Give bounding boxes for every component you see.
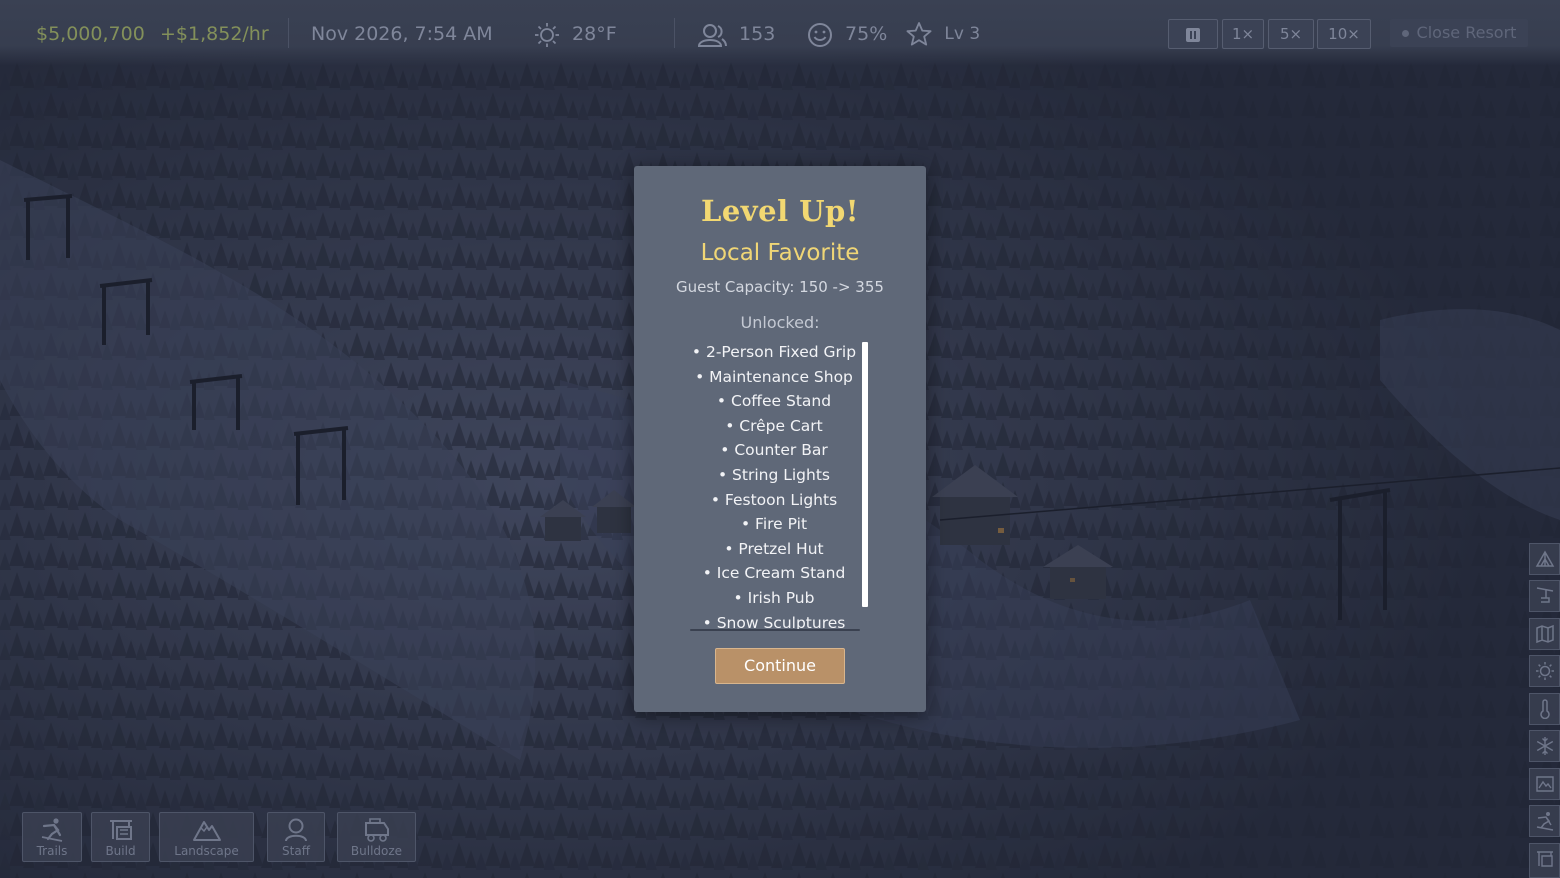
unlocked-item: • String Lights	[717, 465, 830, 484]
unlocked-item: • Crêpe Cart	[725, 416, 823, 435]
trails-label: Trails	[36, 844, 68, 858]
speed-5x-button[interactable]: 5×	[1268, 19, 1314, 49]
guests-display[interactable]: 153	[697, 20, 775, 48]
build-icon	[1537, 851, 1553, 867]
top-hud: $5,000,700 +$1,852/hr Nov 2026, 7:54 AM …	[0, 0, 1560, 66]
mountain-icon	[192, 821, 221, 841]
speed-1x-button[interactable]: 1×	[1222, 19, 1264, 49]
close-resort-label: Close Resort	[1416, 23, 1517, 42]
side-snow-button[interactable]	[1529, 730, 1560, 762]
unlocked-item: • 2-Person Fixed Grip	[691, 343, 857, 361]
star-icon	[906, 22, 932, 46]
list-scrollbar[interactable]	[862, 342, 868, 607]
bulldoze-button[interactable]: Bulldoze	[337, 812, 416, 862]
pause-button[interactable]	[1168, 19, 1218, 49]
guest-capacity-text: Guest Capacity: 150 -> 355	[676, 278, 884, 296]
side-tent-button[interactable]	[1529, 543, 1560, 575]
staff-icon	[285, 818, 307, 842]
sun-icon	[1536, 662, 1554, 680]
list-bottom-divider	[690, 629, 860, 631]
money-display: $5,000,700	[36, 20, 145, 48]
landscape-button[interactable]: Landscape	[159, 812, 254, 862]
currency-symbol: $	[36, 23, 49, 45]
level-display[interactable]: Lv 3	[905, 20, 980, 48]
unlocked-item: • Pretzel Hut	[724, 539, 824, 558]
unlocked-item: • Fire Pit	[740, 515, 808, 534]
guests-icon	[697, 23, 727, 47]
thermometer-icon	[1540, 699, 1550, 719]
unlocked-item: • Irish Pub	[733, 588, 815, 607]
unlocked-list[interactable]: • 2-Person Fixed Grip • Maintenance Shop…	[686, 340, 862, 632]
side-trails-button[interactable]	[1529, 805, 1560, 837]
skier-icon	[41, 818, 63, 842]
income-display: +$1,852/hr	[160, 23, 269, 45]
level-up-dialog: Level Up! Local Favorite Guest Capacity:…	[634, 166, 926, 712]
happiness-display[interactable]: 75%	[807, 20, 887, 48]
build-label: Build	[105, 844, 136, 858]
unlocked-item: • Festoon Lights	[710, 490, 838, 509]
bulldoze-label: Bulldoze	[350, 844, 403, 858]
pause-icon	[1186, 27, 1200, 42]
hud-divider	[674, 18, 675, 48]
guest-count: 153	[739, 23, 776, 45]
side-build-button[interactable]	[1529, 843, 1560, 878]
status-dot-icon	[1401, 30, 1409, 37]
continue-button[interactable]: Continue	[715, 648, 845, 684]
happiness-value: 75%	[845, 23, 888, 45]
mountain-map-icon	[1536, 776, 1554, 792]
landscape-label: Landscape	[174, 844, 239, 858]
chairlift-icon	[1536, 587, 1554, 603]
dialog-subtitle: Local Favorite	[700, 240, 860, 266]
build-icon	[109, 820, 132, 840]
money-value: 5,000,700	[48, 23, 145, 45]
unlocked-item: • Maintenance Shop	[695, 367, 853, 386]
weather-display[interactable]: 28°F	[534, 20, 617, 48]
build-button[interactable]: Build	[91, 812, 150, 862]
side-temperature-button[interactable]	[1529, 693, 1560, 725]
bulldozer-icon	[364, 818, 389, 842]
map-icon	[1536, 624, 1554, 644]
trails-icon	[1536, 812, 1554, 831]
side-weather-button[interactable]	[1529, 655, 1560, 687]
smiley-icon	[808, 22, 832, 47]
temperature-value: 28°F	[572, 23, 617, 45]
close-resort-button[interactable]: Close Resort	[1390, 19, 1528, 47]
unlocked-item: • Ice Cream Stand	[702, 564, 846, 583]
staff-button[interactable]: Staff	[267, 812, 325, 862]
tent-icon	[1535, 550, 1555, 567]
dialog-title: Level Up!	[700, 194, 860, 228]
trails-button[interactable]: Trails	[22, 812, 82, 862]
speed-10x-button[interactable]: 10×	[1317, 19, 1371, 49]
datetime-display: Nov 2026, 7:54 AM	[311, 23, 493, 45]
sun-icon	[535, 22, 559, 47]
side-chairlift-button[interactable]	[1529, 580, 1560, 612]
hud-divider	[288, 18, 289, 48]
side-map-button[interactable]	[1529, 618, 1560, 650]
side-terrain-button[interactable]	[1529, 768, 1560, 800]
unlocked-heading: Unlocked:	[740, 313, 820, 332]
staff-label: Staff	[282, 844, 310, 858]
level-value: Lv 3	[944, 24, 981, 44]
unlocked-item: • Coffee Stand	[716, 392, 832, 411]
unlocked-item: • Counter Bar	[720, 441, 828, 460]
snowflake-icon	[1536, 737, 1554, 755]
